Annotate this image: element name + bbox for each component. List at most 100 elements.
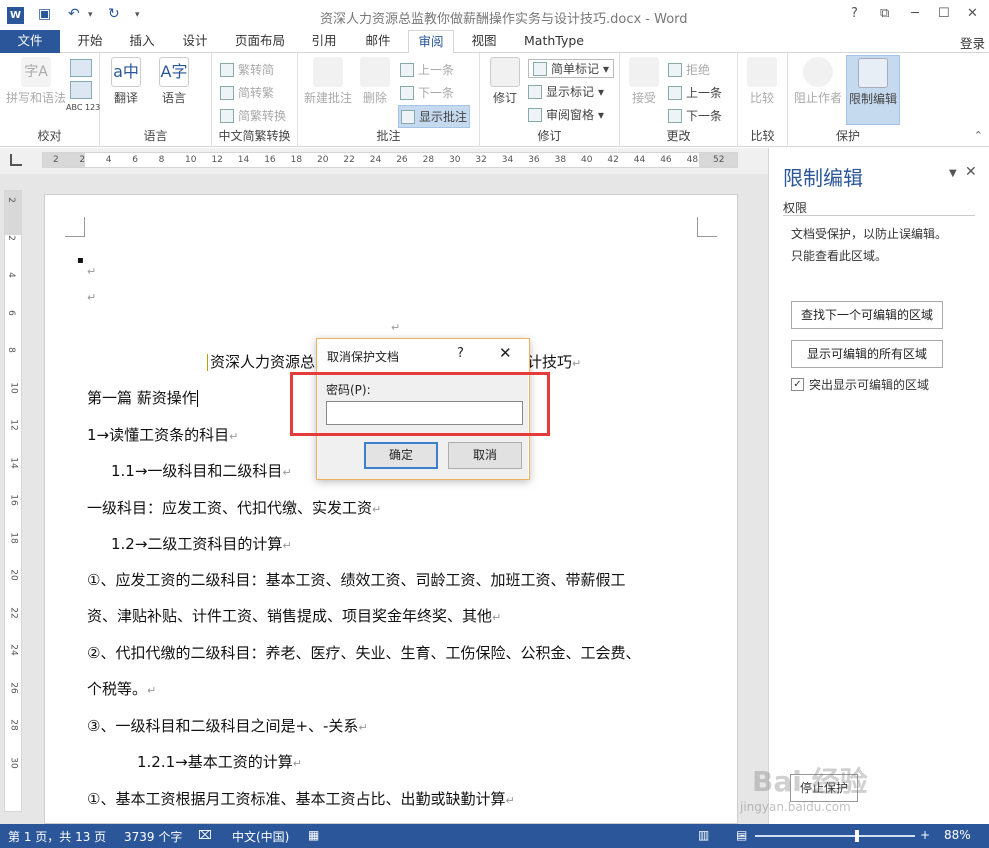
customize-quick-access-icon[interactable]: ▾: [135, 10, 140, 20]
doc-line-3[interactable]: 1.1→一级科目和二级科目↵: [111, 460, 292, 481]
pane-close-icon[interactable]: ✕: [965, 164, 977, 180]
close-button[interactable]: ✕: [967, 6, 978, 21]
dialog-help-button[interactable]: ?: [457, 346, 464, 361]
tab-selector[interactable]: [10, 154, 22, 166]
undo-icon[interactable]: ↶: [68, 6, 80, 22]
define-icon[interactable]: [70, 81, 92, 99]
page-count[interactable]: 第 1 页，共 13 页: [8, 828, 106, 845]
to-simplified-button[interactable]: 繁转简: [220, 61, 274, 78]
doc-line-12[interactable]: ①、基本工资根据月工资标准、基本工资占比、出勤或缺勤计算↵: [87, 788, 515, 809]
doc-title-end[interactable]: 计技巧↵: [527, 351, 581, 372]
restrict-editing-button[interactable]: 限制编辑: [846, 55, 900, 125]
undo-dropdown-icon[interactable]: ▾: [88, 10, 93, 20]
group-chinese-conversion: 繁转简 简转繁 简繁转换 中文简繁转换: [212, 53, 298, 147]
ribbon-display-options-button[interactable]: ⧉: [880, 6, 889, 21]
zoom-in-icon[interactable]: +: [920, 828, 930, 842]
vertical-ruler[interactable]: 2 2 4 6 8 10 12 14 16 18 20 22 24 26 28 30: [4, 190, 22, 812]
read-mode-icon[interactable]: ▥: [698, 828, 709, 842]
ok-button[interactable]: 确定: [364, 442, 438, 469]
tab-layout[interactable]: 页面布局: [232, 30, 288, 53]
margin-corner-tl: [65, 217, 85, 237]
word-count[interactable]: 3739 个字: [124, 828, 182, 845]
tab-mailings[interactable]: 邮件: [360, 30, 396, 53]
doc-line-8[interactable]: ②、代扣代缴的二级科目：养老、医疗、失业、生育、工伤保险、公积金、工会费、: [87, 642, 640, 663]
compare-button[interactable]: 比较: [744, 57, 780, 106]
reject-icon: [668, 62, 682, 77]
dialog-close-button[interactable]: ✕: [499, 344, 512, 362]
reject-label: 拒绝: [686, 63, 711, 77]
zoom-slider[interactable]: [755, 835, 915, 837]
minimize-button[interactable]: ─: [911, 6, 919, 21]
doc-title-text: 资深人力资源总: [210, 353, 316, 371]
pane-options-icon[interactable]: ▼: [949, 168, 957, 179]
zoom-slider-thumb[interactable]: [855, 830, 859, 842]
doc-line-1[interactable]: 第一篇 薪资操作: [87, 387, 198, 408]
doc-line-10[interactable]: ③、一级科目和二级科目之间是+、-关系↵: [87, 715, 368, 736]
zoom-level[interactable]: 88%: [944, 828, 971, 842]
tab-view[interactable]: 视图: [466, 30, 502, 53]
vruler-mark: 26: [8, 681, 19, 694]
to-traditional-button[interactable]: 简转繁: [220, 84, 274, 101]
tab-mathtype[interactable]: MathType: [520, 30, 588, 53]
review-pane-button[interactable]: 审阅窗格 ▾: [528, 106, 604, 123]
thesaurus-icon[interactable]: [70, 59, 92, 77]
doc-line-text: 一级科目：应发工资、代扣代缴、实发工资: [87, 499, 373, 517]
doc-line-4[interactable]: 一级科目：应发工资、代扣代缴、实发工资↵: [87, 497, 381, 518]
tab-file[interactable]: 文件: [0, 30, 60, 53]
delete-comment-button[interactable]: 删除: [356, 57, 394, 106]
markup-select[interactable]: 简单标记 ▾: [528, 59, 615, 78]
horizontal-ruler[interactable]: 2 2 4 6 8 10 12 14 16 18 20 22 24 26 28 30 32 34 36 38 40 42 4…: [42, 152, 738, 168]
vruler-mark: 14: [8, 456, 19, 469]
doc-title-start[interactable]: 资深人力资源总: [207, 351, 315, 372]
redo-icon[interactable]: ↻: [108, 6, 120, 22]
language-status[interactable]: 中文(中国): [232, 828, 289, 845]
word-count-icon[interactable]: ABC 123: [66, 103, 100, 112]
doc-line-9[interactable]: 个税等。↵: [87, 678, 156, 699]
tab-insert[interactable]: 插入: [124, 30, 160, 53]
doc-line-11[interactable]: 1.2.1→基本工资的计算↵: [137, 751, 302, 772]
highlight-regions-checkbox[interactable]: ✓ 突出显示可编辑的区域: [791, 376, 929, 393]
find-next-region-button[interactable]: 查找下一个可编辑的区域: [791, 301, 943, 329]
ruler-mark: 30: [449, 155, 461, 165]
cancel-button[interactable]: 取消: [448, 442, 522, 469]
macro-record-icon[interactable]: ▦: [308, 828, 319, 842]
convert-button[interactable]: 简繁转换: [220, 107, 286, 124]
prev-comment-button[interactable]: 上一条: [400, 61, 454, 78]
doc-line-5[interactable]: 1.2→二级工资科目的计算↵: [111, 533, 292, 554]
vruler-mark: 30: [8, 756, 19, 769]
show-all-regions-button[interactable]: 显示可编辑的所有区域: [791, 340, 943, 368]
collapse-ribbon-icon[interactable]: ⌃: [974, 129, 983, 142]
group-label-language: 语言: [143, 129, 168, 143]
tab-home[interactable]: 开始: [72, 30, 108, 53]
doc-line-text: 1.1→一级科目和二级科目: [111, 462, 283, 480]
zoom-out-icon[interactable]: -: [740, 828, 744, 842]
next-change-button[interactable]: 下一条: [668, 107, 722, 124]
accept-button[interactable]: 接受: [626, 57, 662, 106]
tab-review[interactable]: 审阅: [408, 30, 454, 54]
sign-in-link[interactable]: 登录: [960, 33, 985, 52]
next-comment-button[interactable]: 下一条: [400, 84, 454, 101]
document-page[interactable]: ▪ ↵ ↵ ↵ 资深人力资源总 计技巧↵ 第一篇 薪资操作 1→读懂工资条的科目…: [44, 194, 738, 824]
show-comments-button[interactable]: 显示批注: [398, 105, 471, 128]
reject-button[interactable]: 拒绝: [668, 61, 710, 78]
spelling-grammar-button[interactable]: 字A 拼写和语法: [4, 57, 68, 106]
prev-change-button[interactable]: 上一条: [668, 84, 722, 101]
block-authors-button[interactable]: 阻止作者: [792, 57, 844, 106]
maximize-button[interactable]: ☐: [938, 6, 950, 21]
compare-label: 比较: [749, 91, 774, 105]
help-button[interactable]: ?: [851, 6, 858, 21]
proofing-status-icon[interactable]: ⌧: [198, 828, 212, 842]
show-markup-button[interactable]: 显示标记 ▾: [528, 83, 604, 100]
doc-line-6[interactable]: ①、应发工资的二级科目：基本工资、绩效工资、司龄工资、加班工资、带薪假工: [87, 569, 625, 590]
language-button[interactable]: A字 语言: [152, 57, 196, 106]
doc-line-2[interactable]: 1→读懂工资条的科目↵: [87, 424, 238, 445]
tab-design[interactable]: 设计: [177, 30, 213, 53]
tab-references[interactable]: 引用: [306, 30, 342, 53]
doc-line-7[interactable]: 资、津贴补贴、计件工资、销售提成、项目奖金年终奖、其他↵: [87, 605, 501, 626]
translate-button[interactable]: a中 翻译: [104, 57, 148, 106]
word-logo-icon[interactable]: W: [7, 7, 24, 24]
new-comment-button[interactable]: 新建批注: [302, 57, 354, 106]
save-icon[interactable]: ▣: [38, 6, 51, 22]
track-changes-button[interactable]: 修订: [484, 57, 526, 106]
doc-line-text: ①、应发工资的二级科目：基本工资、绩效工资、司龄工资、加班工资、带薪假工: [87, 571, 626, 589]
